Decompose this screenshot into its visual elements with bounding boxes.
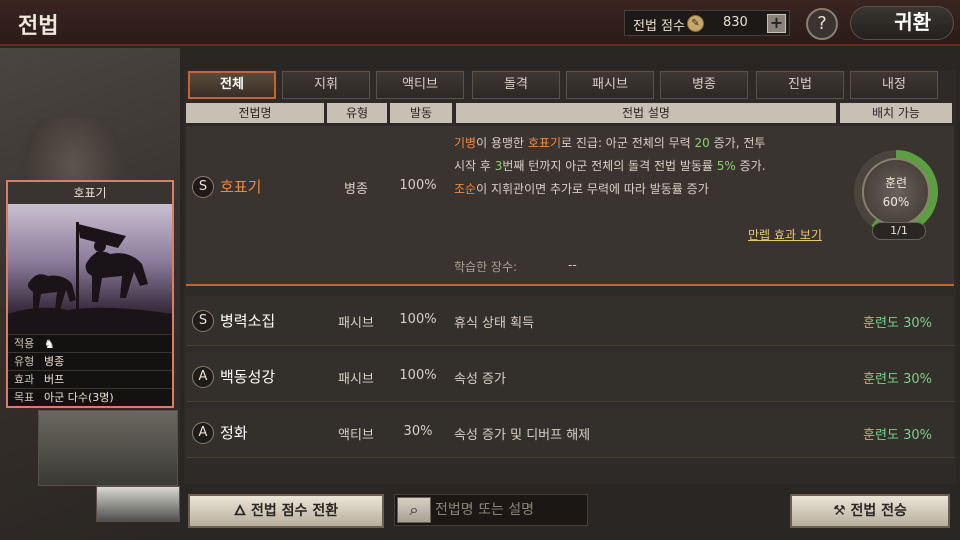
search-box: ⌕ [394, 494, 588, 526]
skill-name: 병력소집 [220, 312, 276, 330]
skill-rate: 100% [399, 178, 437, 193]
skill-type: 패시브 [338, 316, 374, 331]
column-header-rate[interactable]: 발동 [390, 103, 452, 123]
column-header-type[interactable]: 유형 [327, 103, 387, 123]
skill-rate: 30% [403, 424, 433, 439]
learned-generals-label: 학습한 장수: [454, 260, 518, 274]
card-info-key: 적용 [14, 337, 35, 350]
desc-part: 기병 [454, 136, 477, 150]
skill-card[interactable]: 호표기 적용 ♞ 유형 병종 효과 버프 목표 아군 다수(3명) [6, 180, 174, 408]
tab-all[interactable]: 전체 [188, 71, 276, 99]
skill-deploy: 훈련도 30% [863, 316, 932, 331]
desc-part: 20 [694, 136, 710, 150]
return-button[interactable]: 귀환 [850, 6, 954, 40]
desc-part: 호표기 [527, 136, 562, 150]
tab-passive[interactable]: 패시브 [566, 71, 654, 99]
add-score-button[interactable]: + [767, 14, 786, 33]
skill-row-selected[interactable]: S 호표기 병종 100% 기병이 용맹한 호표기로 진급: 아군 전체의 무력… [186, 126, 954, 286]
skill-type: 병종 [344, 182, 368, 197]
skill-rate: 100% [399, 312, 437, 327]
grade-badge: S [192, 310, 214, 332]
card-info: 적용 ♞ 유형 병종 효과 버프 목표 아군 다수(3명) [8, 334, 172, 406]
tab-charge[interactable]: 돌격 [472, 71, 560, 99]
training-count: 1/1 [872, 222, 926, 240]
skill-deploy: 훈련도 30% [863, 372, 932, 387]
grade-badge: S [192, 176, 214, 198]
skill-description: 기병이 용맹한 호표기로 진급: 아군 전체의 무력 20 증가, 전투 시작 … [454, 132, 834, 201]
score-coin-icon: ✎ [687, 15, 704, 32]
card-info-key: 목표 [14, 391, 35, 404]
skill-type: 액티브 [338, 428, 374, 443]
learned-generals-value: -- [568, 258, 577, 272]
max-level-effect-link[interactable]: 만렙 효과 보기 [748, 226, 822, 243]
hammer-icon: ⚒ [833, 503, 851, 519]
training-value: 60% [882, 195, 910, 209]
card-art [8, 204, 172, 334]
search-icon[interactable]: ⌕ [397, 497, 431, 523]
training-badge: 훈련 60% [862, 158, 930, 226]
score-label: 전법 점수 [633, 19, 685, 34]
tab-troop[interactable]: 병종 [660, 71, 748, 99]
skill-row[interactable]: A 백동성강 패시브 100% 속성 증가 훈련도 30% [186, 352, 954, 402]
column-header-name[interactable]: 전법명 [186, 103, 324, 123]
help-button[interactable]: ? [806, 8, 838, 40]
top-bar: 전법 전법 점수 ✎ 830 + ? 귀환 [0, 0, 960, 46]
card-info-row: 적용 ♞ [8, 334, 172, 352]
page-title: 전법 [18, 14, 59, 39]
skill-description: 휴식 상태 획득 [454, 316, 535, 331]
fire-icon: 🜂 [233, 503, 252, 519]
card-title: 호표기 [8, 182, 172, 204]
training-label: 훈련 [884, 176, 908, 190]
grade-badge: A [192, 422, 214, 444]
cavalry-illustration [8, 222, 172, 334]
tab-formation[interactable]: 진법 [756, 71, 844, 99]
desc-part: 증가. [735, 159, 766, 173]
column-header-desc: 전법 설명 [456, 103, 836, 123]
desc-part: 조순 [454, 182, 477, 196]
card-info-row: 유형 병종 [8, 352, 172, 370]
desc-part: 이 용맹한 [476, 136, 528, 150]
column-header-deploy[interactable]: 배치 가능 [840, 103, 952, 123]
convert-score-label: 전법 점수 전환 [251, 503, 339, 519]
score-value: 830 [723, 15, 748, 30]
grade-badge: A [192, 366, 214, 388]
card-info-key: 효과 [14, 373, 35, 386]
card-preview-3[interactable] [96, 486, 180, 522]
skill-row[interactable]: A 정화 액티브 30% 속성 증가 및 디버프 해제 훈련도 30% [186, 408, 954, 458]
desc-part: 로 진급: 아군 전체의 무력 [561, 136, 695, 150]
skill-name: 정화 [220, 424, 248, 442]
inherit-skill-button[interactable]: ⚒ 전법 전승 [790, 494, 950, 528]
card-info-value: 버프 [44, 373, 65, 386]
desc-part: 이 지휘관이면 추가로 무력에 따라 발동률 증가 [476, 182, 709, 196]
desc-part: 5% [716, 159, 736, 173]
card-info-row: 목표 아군 다수(3명) [8, 388, 172, 406]
skill-description: 속성 증가 및 디버프 해제 [454, 428, 591, 443]
inherit-skill-label: 전법 전승 [850, 503, 907, 519]
tab-active[interactable]: 액티브 [376, 71, 464, 99]
card-info-key: 유형 [14, 355, 35, 368]
desc-part: 번째 턴까지 아군 전체의 돌격 전법 발동률 [502, 159, 717, 173]
tab-command[interactable]: 지휘 [282, 71, 370, 99]
skill-row[interactable]: S 병력소집 패시브 100% 휴식 상태 획득 훈련도 30% [186, 296, 954, 346]
skill-type: 패시브 [338, 372, 374, 387]
skill-description: 속성 증가 [454, 372, 506, 387]
desc-part: 증가, 전투 [709, 136, 766, 150]
search-input[interactable] [435, 498, 583, 522]
convert-score-button[interactable]: 🜂 전법 점수 전환 [188, 494, 384, 528]
desc-part: 시작 후 [454, 159, 495, 173]
horse-icon: ♞ [44, 337, 55, 351]
skill-deploy: 훈련도 30% [863, 428, 932, 443]
tab-domestic[interactable]: 내정 [850, 71, 938, 99]
skill-name: 백동성강 [220, 368, 276, 386]
skill-name: 호표기 [220, 178, 262, 196]
card-preview-2[interactable] [38, 410, 178, 486]
skill-rate: 100% [399, 368, 437, 383]
score-box: 전법 점수 ✎ 830 + [624, 10, 790, 36]
card-info-value: 아군 다수(3명) [44, 391, 114, 404]
card-info-value: 병종 [44, 355, 65, 368]
card-info-row: 효과 버프 [8, 370, 172, 388]
